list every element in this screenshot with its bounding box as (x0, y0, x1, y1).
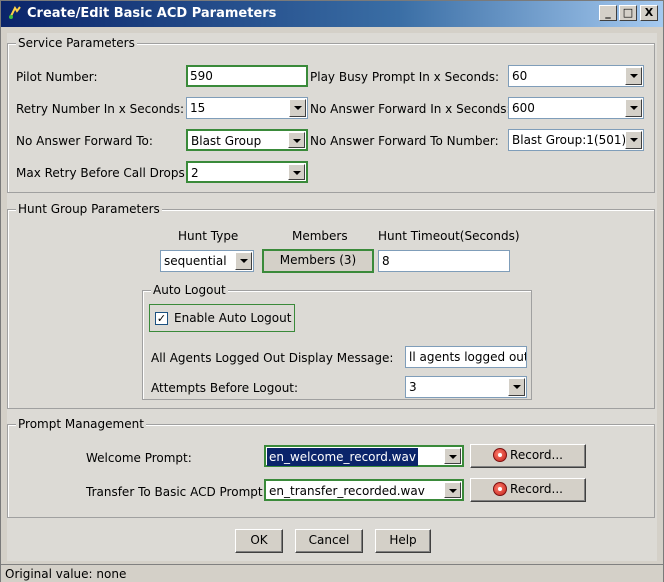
close-button[interactable]: X (640, 5, 658, 21)
maximize-button[interactable]: □ (619, 5, 637, 21)
chevron-down-icon[interactable] (625, 99, 642, 117)
attempts-before-logout-value: 3 (409, 380, 417, 394)
max-retry-combo[interactable]: 2 (186, 161, 308, 183)
no-answer-seconds-value: 600 (512, 101, 535, 115)
dialog-client: Service Parameters Pilot Number: 590 Pla… (7, 33, 657, 561)
no-answer-number-combo[interactable]: Blast Group:1(501) (508, 129, 644, 151)
help-button[interactable]: Help (375, 529, 431, 553)
attempts-before-logout-label: Attempts Before Logout: (151, 381, 299, 395)
minimize-button[interactable]: _ (599, 5, 617, 21)
pilot-number-label: Pilot Number: (16, 70, 98, 84)
welcome-prompt-combo[interactable]: en_welcome_record.wav (264, 445, 464, 467)
transfer-prompt-combo[interactable]: en_transfer_recorded.wav (264, 479, 464, 501)
chevron-down-icon[interactable] (625, 67, 642, 85)
logged-out-message-input[interactable]: ll agents logged out (405, 346, 527, 368)
play-busy-value: 60 (512, 69, 528, 83)
auto-logout-title: Auto Logout (151, 283, 228, 297)
enable-auto-logout-frame[interactable]: ✓ Enable Auto Logout (149, 304, 295, 332)
record-icon (493, 482, 508, 496)
ok-button[interactable]: OK (235, 529, 283, 553)
prompt-management-title: Prompt Management (16, 417, 146, 431)
record-transfer-label: Record... (510, 482, 563, 496)
transfer-prompt-label: Transfer To Basic ACD Prompt: (86, 485, 267, 499)
no-answer-seconds-label: No Answer Forward In x Seconds: (310, 102, 511, 116)
chevron-down-icon[interactable] (289, 99, 306, 117)
no-answer-number-value: Blast Group:1(501) (512, 133, 627, 147)
app-icon (9, 6, 21, 19)
dialog-window: Create/Edit Basic ACD Parameters _ □ X S… (0, 0, 664, 582)
attempts-before-logout-combo[interactable]: 3 (405, 376, 527, 398)
status-text: Original value: none (5, 567, 127, 581)
no-answer-seconds-combo[interactable]: 600 (508, 97, 644, 119)
no-answer-to-value: Blast Group (191, 134, 262, 148)
chevron-down-icon[interactable] (508, 378, 525, 396)
retry-number-combo[interactable]: 15 (186, 97, 308, 119)
enable-auto-logout-checkbox[interactable]: ✓ (155, 312, 168, 325)
max-retry-value: 2 (191, 166, 199, 180)
record-welcome-label: Record... (510, 448, 563, 462)
chevron-down-icon[interactable] (444, 482, 461, 498)
window-title: Create/Edit Basic ACD Parameters (27, 6, 277, 21)
retry-number-label: Retry Number In x Seconds: (16, 102, 185, 116)
retry-number-value: 15 (190, 101, 206, 115)
welcome-prompt-value: en_welcome_record.wav (267, 448, 418, 466)
members-header: Members (292, 229, 348, 243)
no-answer-number-label: No Answer Forward To Number: (310, 134, 499, 148)
status-bar: Original value: none (1, 564, 663, 582)
chevron-down-icon[interactable] (235, 252, 252, 270)
hunt-group-parameters-title: Hunt Group Parameters (16, 202, 162, 216)
hunt-type-header: Hunt Type (178, 229, 239, 243)
hunt-group-parameters-group: Hunt Group Parameters Hunt Type Members … (7, 202, 655, 409)
hunt-timeout-input[interactable]: 8 (378, 250, 510, 272)
no-answer-to-combo[interactable]: Blast Group (186, 129, 308, 151)
play-busy-combo[interactable]: 60 (508, 65, 644, 87)
record-welcome-button[interactable]: Record... (470, 444, 586, 468)
service-parameters-title: Service Parameters (16, 36, 137, 50)
record-transfer-button[interactable]: Record... (470, 478, 586, 502)
prompt-management-group: Prompt Management Welcome Prompt: en_wel… (7, 417, 655, 518)
chevron-down-icon[interactable] (288, 164, 305, 180)
transfer-prompt-value: en_transfer_recorded.wav (269, 484, 425, 498)
no-answer-to-label: No Answer Forward To: (16, 134, 153, 148)
hunt-type-value: sequential (164, 254, 227, 268)
chevron-down-icon[interactable] (288, 132, 305, 148)
pilot-number-input[interactable]: 590 (186, 65, 308, 87)
hunt-type-combo[interactable]: sequential (160, 250, 254, 272)
record-icon (493, 448, 508, 462)
chevron-down-icon[interactable] (444, 448, 461, 464)
cancel-button[interactable]: Cancel (295, 529, 363, 553)
service-parameters-group: Service Parameters Pilot Number: 590 Pla… (7, 36, 655, 193)
logged-out-message-label: All Agents Logged Out Display Message: (151, 351, 394, 365)
max-retry-label: Max Retry Before Call Drops: (16, 166, 189, 180)
enable-auto-logout-label[interactable]: Enable Auto Logout (174, 311, 291, 325)
members-button[interactable]: Members (3) (262, 249, 374, 273)
play-busy-label: Play Busy Prompt In x Seconds: (310, 70, 500, 84)
hunt-timeout-header: Hunt Timeout(Seconds) (378, 229, 520, 243)
auto-logout-group: Auto Logout ✓ Enable Auto Logout All Age… (142, 283, 532, 400)
welcome-prompt-label: Welcome Prompt: (86, 451, 192, 465)
chevron-down-icon[interactable] (625, 131, 642, 149)
title-bar[interactable]: Create/Edit Basic ACD Parameters _ □ X (1, 1, 663, 27)
